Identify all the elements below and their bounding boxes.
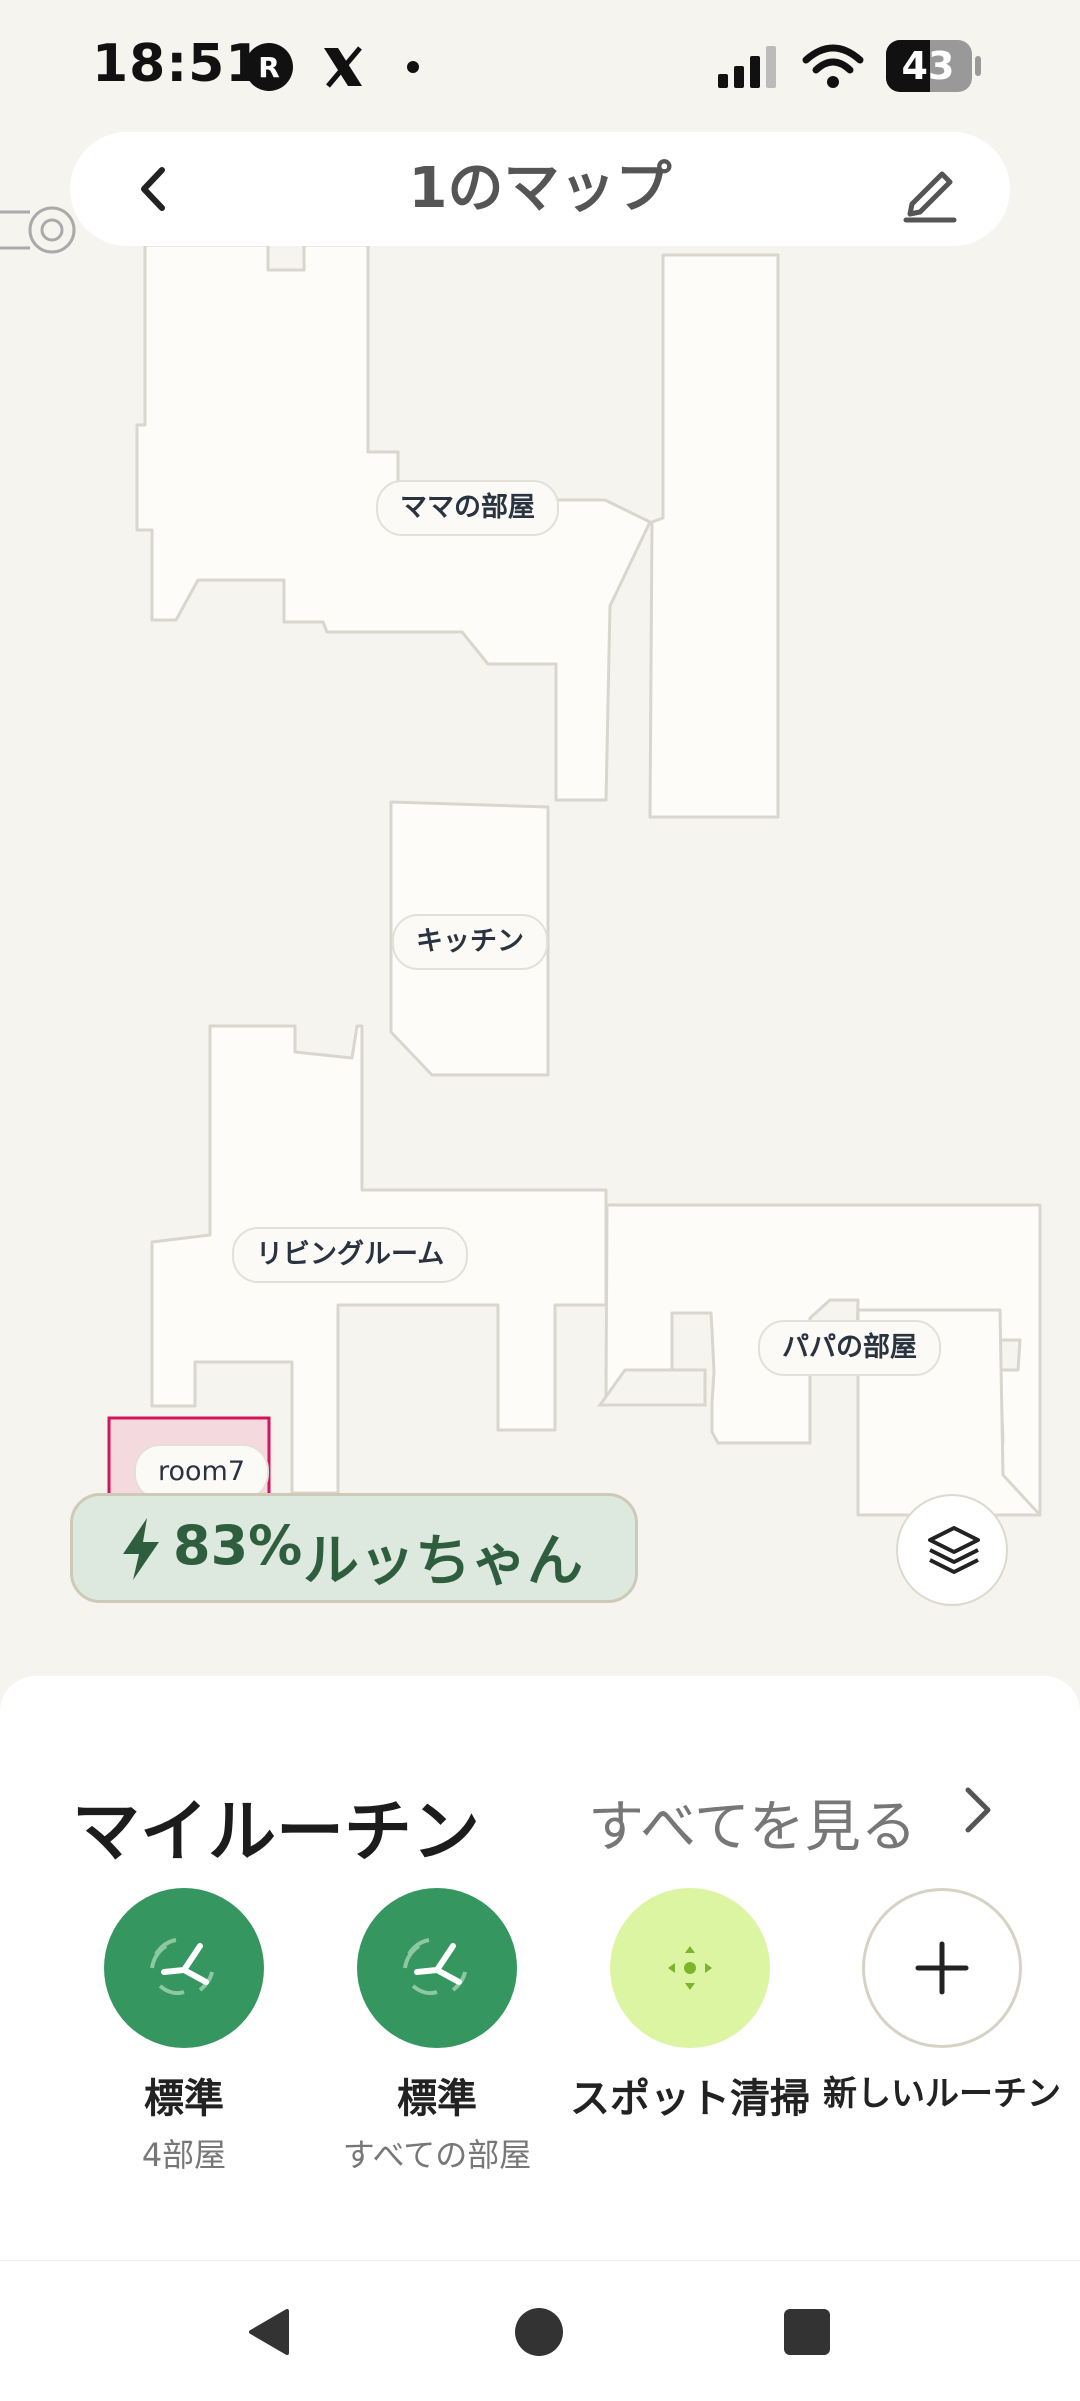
nav-back-icon[interactable] [245,2307,295,2357]
see-all-link[interactable]: すべてを見る [588,1782,917,1863]
robot-battery-percent: 83% [173,1514,303,1577]
routine-circle[interactable] [610,1888,770,2048]
layers-button[interactable] [896,1494,1008,1606]
routine-spot-clean[interactable]: スポット清掃 [570,1888,810,2124]
vacuum-brush-icon [150,1938,214,1996]
map-header: 1のマップ [70,132,1010,246]
signal-icon [718,46,776,88]
room-label-room7[interactable]: room7 [134,1444,270,1500]
chevron-right-icon[interactable] [958,1780,998,1840]
routine-circle[interactable] [357,1888,517,2048]
room-corridor [648,253,780,819]
routine-standard-4-rooms[interactable]: 標準 4部屋 [64,1888,304,2176]
page-title: 1のマップ [408,156,672,221]
x-app-icon [324,46,362,88]
bolt-icon [123,1518,159,1580]
room-label-mama[interactable]: ママの部屋 [376,480,559,536]
svg-text:R: R [258,51,280,84]
routines-sheet: マイルーチン すべてを見る 標準 4部屋 標準 すべての部屋 スポット清掃 新し… [0,1676,1080,2260]
room-label-living[interactable]: リビングルーム [232,1227,469,1283]
battery-icon: 43 [886,40,982,92]
vacuum-brush-icon [403,1938,467,1996]
room-label-papa[interactable]: パパの部屋 [758,1320,941,1376]
notification-dot-icon [407,61,419,73]
battery-level: 43 [901,44,955,88]
status-bar: 18:51 R 43 [0,0,1080,130]
routine-label: スポット清掃 [570,2076,810,2122]
routine-standard-all-rooms[interactable]: 標準 すべての部屋 [317,1888,557,2176]
routines-title: マイルーチン [72,1793,481,1872]
routine-sublabel: 4部屋 [141,2136,227,2174]
system-nav-bar [0,2260,1080,2401]
wifi-icon [802,44,864,88]
floor-map[interactable] [0,0,1080,1680]
routine-label: 新しいルーチン [823,2074,1061,2114]
clock: 18:51 [92,34,263,94]
routine-circle[interactable] [104,1888,264,2048]
routine-circle[interactable] [862,1888,1022,2048]
routine-new[interactable]: 新しいルーチン [822,1888,1062,2115]
routine-sublabel: すべての部屋 [342,2136,532,2174]
room-label-kitchen[interactable]: キッチン [392,914,548,970]
plus-icon [915,1941,969,1995]
pencil-icon[interactable] [898,160,962,224]
robot-name: ルッちゃん [303,1529,583,1594]
nav-recents-icon[interactable] [782,2307,832,2357]
r-app-icon: R [245,43,293,91]
layers-icon [928,1526,980,1574]
spot-target-icon [668,1946,712,1990]
routine-label: 標準 [144,2076,224,2122]
nav-home-icon[interactable] [514,2307,564,2357]
routine-label: 標準 [397,2076,477,2122]
dock-icon [0,206,76,254]
robot-status-pill[interactable]: 83% ルッちゃん [70,1493,638,1603]
